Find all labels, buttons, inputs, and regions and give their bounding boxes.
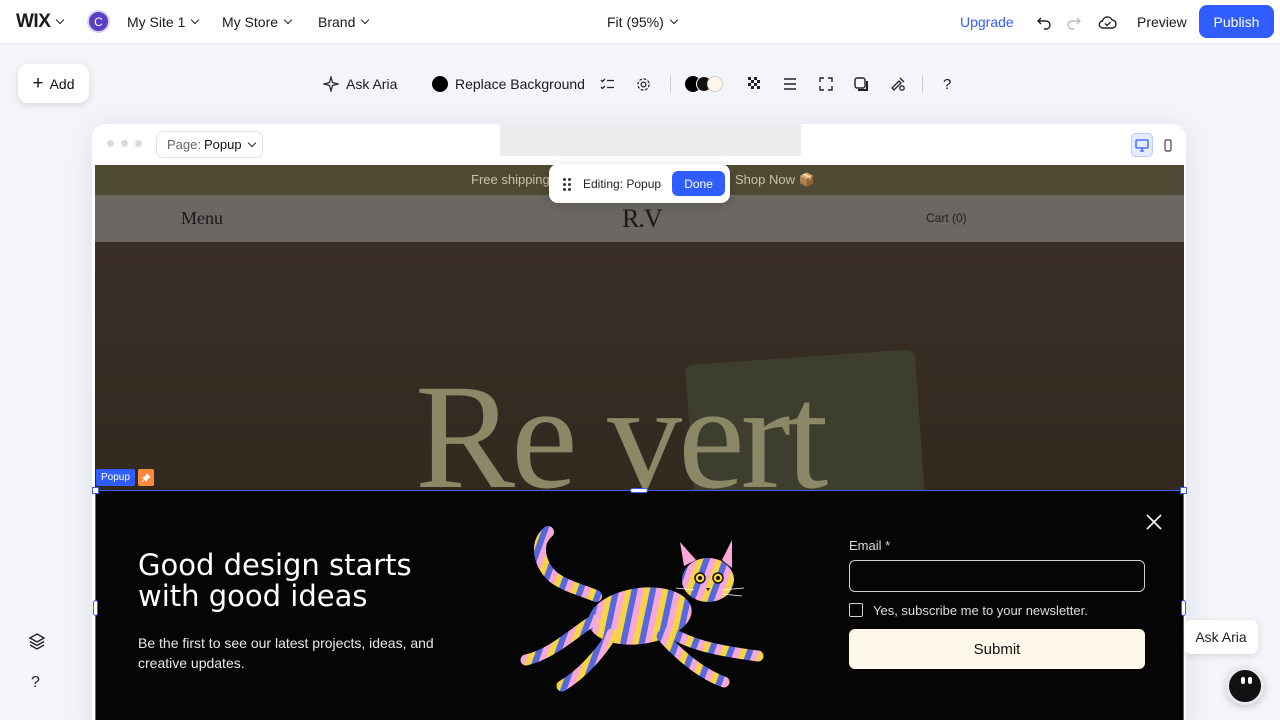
url-bar (500, 124, 801, 156)
undo-icon[interactable] (1036, 0, 1052, 44)
sparkle-icon (323, 76, 339, 92)
top-bar: WIX C My Site 1 My Store Brand Fit (95%)… (0, 0, 1280, 44)
resize-handle-right[interactable] (1181, 600, 1186, 616)
mobile-view-icon[interactable] (1157, 133, 1179, 157)
editing-badge: Editing: Popup Done (549, 164, 730, 203)
help-icon[interactable]: ? (943, 72, 951, 96)
help-icon[interactable]: ? (31, 674, 40, 692)
popup-title: Good design starts with good ideas (138, 548, 412, 613)
toolbar-divider (670, 76, 671, 92)
chevron-down-icon (669, 15, 679, 25)
site-menu-link[interactable]: Menu (181, 208, 223, 229)
preview-button[interactable]: Preview (1137, 0, 1187, 44)
design-icon[interactable] (890, 72, 906, 96)
cart-link[interactable]: Cart (0) (926, 211, 967, 225)
resize-frame-icon[interactable] (819, 72, 833, 96)
checklist-icon[interactable] (600, 72, 615, 96)
submit-button[interactable]: Submit (849, 629, 1145, 669)
plus-icon: + (32, 73, 44, 94)
brand-menu[interactable]: Brand (318, 0, 370, 44)
ask-aria-label: Ask Aria (346, 76, 398, 92)
chevron-down-icon (247, 138, 256, 147)
announcement-left-text: Free shipping (471, 172, 550, 187)
announcement-right-text: Shop Now 📦 (735, 172, 815, 187)
ask-aria-tooltip[interactable]: Ask Aria (1184, 620, 1258, 654)
popup-tag[interactable]: Popup (96, 469, 135, 486)
publish-button[interactable]: Publish (1199, 5, 1274, 38)
drag-handle-icon[interactable] (563, 177, 571, 191)
add-elements-button[interactable]: + Add (18, 64, 89, 103)
opacity-pattern-icon[interactable] (748, 72, 762, 96)
chevron-down-icon (56, 15, 65, 25)
upgrade-link[interactable]: Upgrade (960, 0, 1014, 44)
done-button[interactable]: Done (672, 171, 726, 196)
redo-icon[interactable] (1066, 0, 1082, 44)
wix-logo[interactable]: WIX (16, 0, 65, 44)
desktop-view-icon[interactable] (1131, 133, 1153, 157)
popup-subtitle: Be the first to see our latest projects,… (138, 635, 434, 671)
hero-section: Re vert (95, 242, 1184, 515)
pin-icon[interactable] (138, 469, 154, 486)
replace-background-label: Replace Background (455, 76, 585, 92)
layers-icon[interactable] (28, 632, 46, 650)
chevron-down-icon (191, 15, 200, 25)
close-icon[interactable] (1146, 514, 1162, 530)
page-selector[interactable]: Page: Popup (156, 131, 263, 158)
window-dots (107, 140, 142, 147)
resize-handle[interactable] (92, 487, 99, 494)
toolbar-divider (922, 76, 923, 92)
add-label: Add (49, 75, 75, 92)
newsletter-checkbox-label[interactable]: Yes, subscribe me to your newsletter. (873, 603, 1088, 618)
shadow-icon[interactable] (854, 72, 869, 96)
page-label: Page: (167, 137, 201, 152)
aria-assistant-button[interactable] (1226, 667, 1264, 705)
zoom-select[interactable]: Fit (95%) (607, 0, 679, 44)
striped-cat-illustration (520, 526, 764, 692)
site-logo[interactable]: R.V (622, 204, 663, 234)
background-color-swatch (432, 76, 448, 92)
email-label: Email * (849, 538, 891, 553)
ask-aria-button[interactable]: Ask Aria (323, 72, 397, 96)
cloud-save-icon[interactable] (1098, 0, 1117, 44)
resize-handle-left[interactable] (93, 600, 98, 616)
device-switcher (1131, 133, 1179, 157)
page-value: Popup (203, 137, 242, 152)
editing-label: Editing: Popup (583, 176, 662, 191)
site-avatar[interactable]: C (87, 10, 110, 33)
chevron-down-icon (361, 15, 370, 25)
chevron-down-icon (283, 15, 293, 25)
settings-gear-icon[interactable] (636, 72, 651, 96)
newsletter-checkbox[interactable] (849, 603, 863, 617)
align-icon[interactable] (783, 72, 797, 96)
email-field[interactable] (849, 560, 1145, 592)
resize-handle[interactable] (1180, 487, 1187, 494)
replace-background-button[interactable]: Replace Background (432, 72, 585, 96)
site-menu[interactable]: My Site 1 (127, 0, 200, 44)
store-menu[interactable]: My Store (222, 0, 293, 44)
theme-colors-icon[interactable] (685, 72, 723, 96)
resize-handle-top[interactable] (630, 488, 648, 493)
